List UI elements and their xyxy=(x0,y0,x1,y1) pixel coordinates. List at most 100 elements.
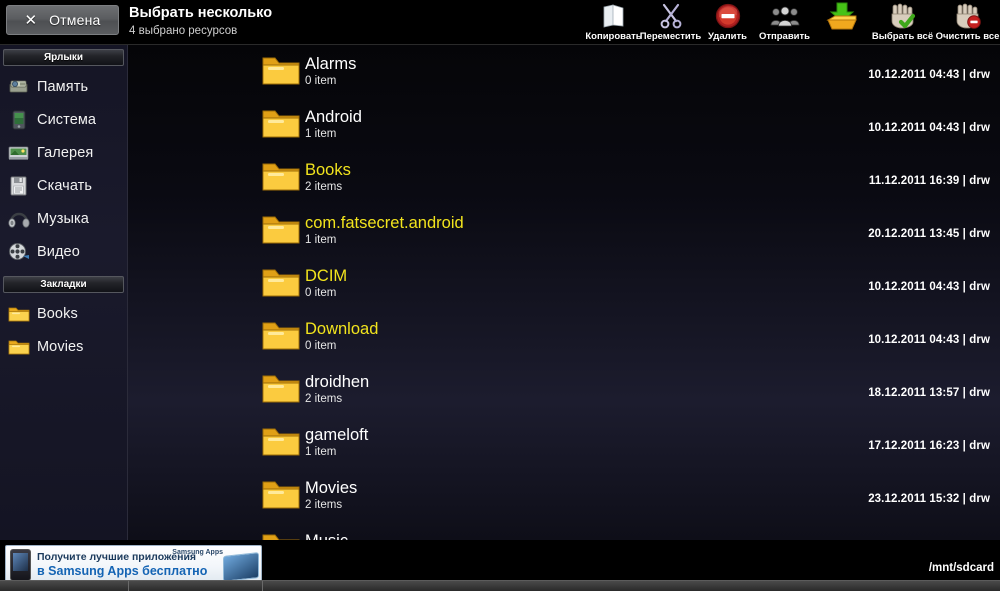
file-count: 2 items xyxy=(305,181,343,193)
folder-icon xyxy=(261,425,301,464)
sidebar-bookmark-books-label: Books xyxy=(37,305,78,322)
table-row[interactable]: Android 1 item 10.12.2011 04:43 | drw xyxy=(128,98,1000,151)
folder-icon xyxy=(261,266,301,305)
delete-button-label: Удалить xyxy=(708,31,747,42)
sidebar-bookmark-movies-label: Movies xyxy=(37,338,84,355)
page-title: Выбрать несколько xyxy=(129,5,273,21)
file-permissions: drw xyxy=(969,281,990,293)
file-name: DCIM xyxy=(305,267,348,285)
sidebar-item-system[interactable]: Система xyxy=(0,103,127,136)
sidebar-bookmark-books[interactable]: Books xyxy=(0,297,127,330)
folder-icon xyxy=(261,107,301,146)
table-row[interactable]: Music 0 item 10.12.2011 04:43 | drw xyxy=(128,522,1000,540)
ad-brand-label: Samsung Apps xyxy=(172,549,223,556)
folder-icon xyxy=(261,531,301,540)
storage-icon xyxy=(8,76,30,98)
table-row[interactable]: droidhen 2 items 18.12.2011 13:57 | drw xyxy=(128,363,1000,416)
row-text: DCIM 0 item xyxy=(305,266,347,301)
clear-all-button-label: Очистить все xyxy=(935,31,1000,42)
row-text: Music 0 item xyxy=(305,531,348,540)
sidebar-section-bookmarks-label: Закладки xyxy=(40,279,87,290)
file-permissions: drw xyxy=(969,387,990,399)
file-meta: 10.12.2011 04:43 | drw xyxy=(868,69,990,81)
copy-button[interactable]: Копировать xyxy=(585,0,642,45)
status-divider xyxy=(128,581,129,591)
cancel-button[interactable]: ✕ Отмена xyxy=(6,5,119,35)
move-button[interactable]: Переместить xyxy=(639,0,702,45)
move-button-label: Переместить xyxy=(639,31,702,42)
file-permissions: drw xyxy=(969,175,990,187)
folder-icon xyxy=(261,213,301,252)
file-meta: 23.12.2011 15:32 | drw xyxy=(868,493,990,505)
table-row[interactable]: Movies 2 items 23.12.2011 15:32 | drw xyxy=(128,469,1000,522)
folder-icon xyxy=(8,303,30,325)
file-count: 0 item xyxy=(305,287,337,299)
file-name: Android xyxy=(305,108,362,126)
row-text: Android 1 item xyxy=(305,107,362,142)
file-date: 23.12.2011 15:32 xyxy=(868,493,960,505)
gallery-icon xyxy=(8,142,30,164)
file-meta: 10.12.2011 04:43 | drw xyxy=(868,122,990,134)
status-divider xyxy=(262,581,263,591)
copy-pages-icon xyxy=(601,2,627,30)
sidebar: Ярлыки Память Система Галерея Скачать Му… xyxy=(0,45,128,540)
file-meta: 20.12.2011 13:45 | drw xyxy=(868,228,990,240)
clear-all-button[interactable]: Очистить все xyxy=(935,0,1000,45)
file-name: Alarms xyxy=(305,55,357,73)
file-count: 2 items xyxy=(305,499,343,511)
samsung-apps-logo: Samsung Apps xyxy=(172,549,223,556)
sidebar-item-music[interactable]: Музыка xyxy=(0,202,127,235)
file-count: 1 item xyxy=(305,234,337,246)
sidebar-section-shortcuts: Ярлыки xyxy=(3,49,124,66)
sidebar-bookmark-movies[interactable]: Movies xyxy=(0,330,127,363)
status-strip xyxy=(0,580,1000,591)
title-block: Выбрать несколько 4 выбрано ресурсов xyxy=(129,4,272,39)
folder-icon xyxy=(261,478,301,517)
phone-icon xyxy=(10,549,31,581)
top-toolbar: ✕ Отмена Выбрать несколько 4 выбрано рес… xyxy=(0,0,1000,45)
table-row[interactable]: Alarms 0 item 10.12.2011 04:43 | drw xyxy=(128,45,1000,98)
table-row[interactable]: gameloft 1 item 17.12.2011 16:23 | drw xyxy=(128,416,1000,469)
file-date: 17.12.2011 16:23 xyxy=(868,440,960,452)
paste-button[interactable] xyxy=(813,0,870,45)
file-count: 1 item xyxy=(305,446,337,458)
close-x-icon: ✕ xyxy=(24,11,38,29)
file-permissions: drw xyxy=(969,69,990,81)
row-text: droidhen 2 items xyxy=(305,372,369,407)
folder-icon xyxy=(261,54,301,93)
folder-icon xyxy=(261,160,301,199)
file-name: Music xyxy=(305,531,348,540)
sidebar-item-gallery[interactable]: Галерея xyxy=(0,136,127,169)
file-count: 1 item xyxy=(305,128,337,140)
sidebar-item-memory[interactable]: Память xyxy=(0,70,127,103)
scissors-icon xyxy=(659,2,683,30)
sidebar-item-video[interactable]: Видео xyxy=(0,235,127,268)
row-text: Download 0 item xyxy=(305,319,378,354)
send-button-label: Отправить xyxy=(758,31,811,42)
system-device-icon xyxy=(8,109,30,131)
file-meta: 18.12.2011 13:57 | drw xyxy=(868,387,990,399)
table-row[interactable]: Books 2 items 11.12.2011 16:39 | drw xyxy=(128,151,1000,204)
file-name: com.fatsecret.android xyxy=(305,214,464,232)
file-count: 0 item xyxy=(305,340,337,352)
delete-button[interactable]: Удалить xyxy=(699,0,756,45)
table-row[interactable]: DCIM 0 item 10.12.2011 04:43 | drw xyxy=(128,257,1000,310)
sidebar-section-bookmarks: Закладки xyxy=(3,276,124,293)
table-row[interactable]: Download 0 item 10.12.2011 04:43 | drw xyxy=(128,310,1000,363)
file-list[interactable]: Alarms 0 item 10.12.2011 04:43 | drw And… xyxy=(128,45,1000,540)
video-reel-icon xyxy=(8,241,30,263)
file-name: Books xyxy=(305,161,351,179)
samsung-apps-ad-banner[interactable]: Получите лучшие приложения в Samsung App… xyxy=(5,545,262,585)
cancel-button-label: Отмена xyxy=(49,12,101,28)
sidebar-section-shortcuts-label: Ярлыки xyxy=(43,52,84,63)
sidebar-item-download[interactable]: Скачать xyxy=(0,169,127,202)
row-text: com.fatsecret.android 1 item xyxy=(305,213,464,248)
file-permissions: drw xyxy=(969,122,990,134)
row-text: Alarms 0 item xyxy=(305,54,356,89)
folder-icon xyxy=(261,319,301,358)
send-button[interactable]: Отправить xyxy=(756,0,813,45)
select-all-button[interactable]: Выбрать всё xyxy=(870,0,935,45)
download-floppy-icon xyxy=(8,175,30,197)
select-all-button-label: Выбрать всё xyxy=(871,31,934,42)
table-row[interactable]: com.fatsecret.android 1 item 20.12.2011 … xyxy=(128,204,1000,257)
